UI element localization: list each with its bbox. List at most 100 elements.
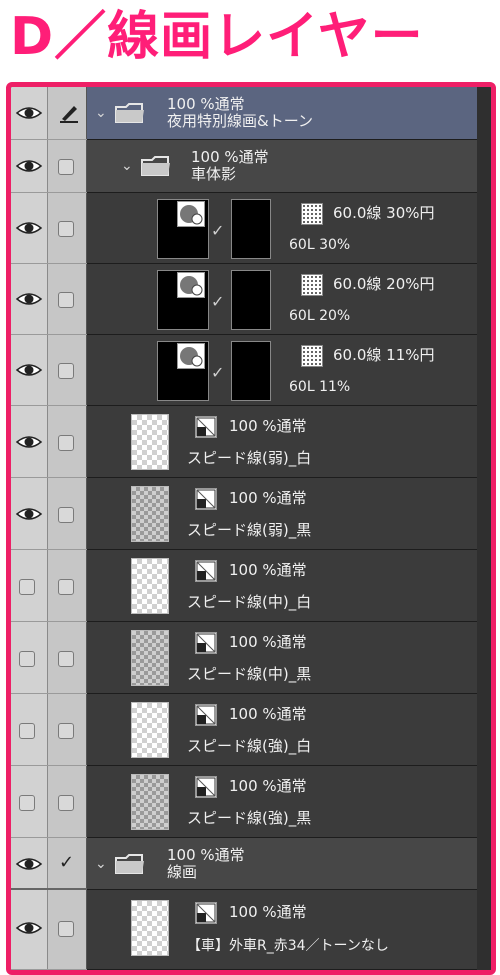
layer-row-speed-strong-black[interactable]: 100 %通常 スピード線(強)_黒 <box>11 766 491 838</box>
chevron-down-icon[interactable]: ⌄ <box>121 158 133 174</box>
visibility-checkbox[interactable] <box>19 651 35 667</box>
layer-row-tone-20[interactable]: ✓ 60.0線 20%円 60L 20% <box>11 264 491 335</box>
folder-blend-mode: 100 %通常 <box>167 95 245 113</box>
folder-name[interactable]: 車体影 <box>191 166 236 183</box>
raster-layer-icon <box>195 704 217 726</box>
edit-lock-checkbox[interactable] <box>58 921 74 937</box>
edit-lock-checkbox[interactable] <box>58 795 74 811</box>
layer-name[interactable]: スピード線(中)_白 <box>187 594 311 611</box>
layer-thumbnail <box>131 558 169 614</box>
chevron-down-icon[interactable]: ⌄ <box>95 856 107 872</box>
layer-name[interactable]: スピード線(弱)_白 <box>187 450 311 467</box>
edit-lock-checkbox[interactable] <box>58 363 74 379</box>
mask-thumbnail[interactable] <box>231 341 271 401</box>
layer-thumbnail <box>131 486 169 542</box>
eye-icon[interactable] <box>15 856 43 872</box>
raster-layer-icon <box>195 416 217 438</box>
folder-blend-mode: 100 %通常 <box>167 846 245 864</box>
layer-row-speed-weak-white[interactable]: 100 %通常 スピード線(弱)_白 <box>11 406 491 478</box>
scrollbar[interactable] <box>477 87 491 970</box>
edit-lock-checkbox[interactable] <box>58 221 74 237</box>
eye-icon[interactable] <box>15 220 43 236</box>
edit-check-icon[interactable]: ✓ <box>59 852 74 873</box>
eye-icon[interactable] <box>15 158 43 174</box>
eye-icon[interactable] <box>15 434 43 450</box>
layer-blend-mode: 100 %通常 <box>229 633 307 651</box>
edit-lock-checkbox[interactable] <box>58 651 74 667</box>
layer-name[interactable]: スピード線(中)_黒 <box>187 666 311 683</box>
mask-icon <box>177 201 205 227</box>
layer-row-speed-weak-black[interactable]: 100 %通常 スピード線(弱)_黒 <box>11 478 491 550</box>
layer-thumbnail <box>131 702 169 758</box>
folder-name[interactable]: 夜用特別線画&トーン <box>167 113 313 130</box>
layer-row-tone-30[interactable]: ✓ 60.0線 30%円 60L 30% <box>11 193 491 264</box>
layer-row-speed-strong-white[interactable]: 100 %通常 スピード線(強)_白 <box>11 694 491 766</box>
layer-thumbnail <box>131 630 169 686</box>
layer-name[interactable]: 60L 11% <box>289 379 350 396</box>
layer-blend-mode: 100 %通常 <box>229 417 307 435</box>
layer-name[interactable]: スピード線(強)_黒 <box>187 810 311 827</box>
edit-lock-checkbox[interactable] <box>58 159 74 175</box>
tone-icon <box>301 274 323 296</box>
layer-name[interactable]: 60L 20% <box>289 308 350 325</box>
layer-blend-mode: 100 %通常 <box>229 705 307 723</box>
layer-row-car-lineart[interactable]: 100 %通常 【車】外車R_赤34／トーンなし <box>11 890 491 970</box>
folder-icon <box>141 156 171 180</box>
layer-name[interactable]: 60L 30% <box>289 237 350 254</box>
page-title: D／線画レイヤー <box>10 7 424 67</box>
tone-settings: 60.0線 30%円 <box>333 204 435 222</box>
tone-icon <box>301 203 323 225</box>
layer-blend-mode: 100 %通常 <box>229 903 307 921</box>
edit-lock-checkbox[interactable] <box>58 579 74 595</box>
raster-layer-icon <box>195 560 217 582</box>
layer-name[interactable]: スピード線(強)_白 <box>187 738 311 755</box>
raster-layer-icon <box>195 488 217 510</box>
layer-thumbnail <box>131 774 169 830</box>
visibility-checkbox[interactable] <box>19 723 35 739</box>
layer-row-folder-body-shadow[interactable]: ⌄ 100 %通常 車体影 <box>11 140 491 193</box>
eye-icon[interactable] <box>15 506 43 522</box>
pen-icon[interactable] <box>58 103 80 127</box>
layer-name[interactable]: 【車】外車R_赤34／トーンなし <box>187 938 389 955</box>
layer-row-folder-night-lineart[interactable]: ⌄ 100 %通常 夜用特別線画&トーン <box>11 87 491 140</box>
chevron-down-icon[interactable]: ⌄ <box>95 105 107 121</box>
raster-layer-icon <box>195 776 217 798</box>
eye-icon[interactable] <box>15 362 43 378</box>
folder-icon <box>115 854 145 878</box>
visibility-checkbox[interactable] <box>19 795 35 811</box>
link-check-icon: ✓ <box>211 292 225 311</box>
tone-icon <box>301 345 323 367</box>
layer-blend-mode: 100 %通常 <box>229 777 307 795</box>
raster-layer-icon <box>195 902 217 924</box>
mask-thumbnail[interactable] <box>231 199 271 259</box>
edit-lock-checkbox[interactable] <box>58 435 74 451</box>
edit-lock-checkbox[interactable] <box>58 507 74 523</box>
layer-row-folder-lineart[interactable]: ✓ ⌄ 100 %通常 線画 <box>11 838 491 890</box>
layer-panel-frame: ⌄ 100 %通常 夜用特別線画&トーン ⌄ 100 %通常 車体影 ✓ 60.… <box>6 82 496 975</box>
eye-icon[interactable] <box>15 105 43 121</box>
layer-thumbnail <box>131 414 169 470</box>
eye-icon[interactable] <box>15 920 43 936</box>
layer-row-speed-mid-white[interactable]: 100 %通常 スピード線(中)_白 <box>11 550 491 622</box>
layer-blend-mode: 100 %通常 <box>229 489 307 507</box>
tone-settings: 60.0線 11%円 <box>333 346 435 364</box>
layer-panel: ⌄ 100 %通常 夜用特別線画&トーン ⌄ 100 %通常 車体影 ✓ 60.… <box>11 87 491 970</box>
folder-name[interactable]: 線画 <box>167 864 197 881</box>
edit-lock-checkbox[interactable] <box>58 723 74 739</box>
mask-thumbnail[interactable] <box>231 270 271 330</box>
layer-row-speed-mid-black[interactable]: 100 %通常 スピード線(中)_黒 <box>11 622 491 694</box>
layer-row-tone-11[interactable]: ✓ 60.0線 11%円 60L 11% <box>11 335 491 406</box>
tone-settings: 60.0線 20%円 <box>333 275 435 293</box>
folder-blend-mode: 100 %通常 <box>191 148 269 166</box>
layer-thumbnail <box>131 900 169 956</box>
layer-name[interactable]: スピード線(弱)_黒 <box>187 522 311 539</box>
layer-blend-mode: 100 %通常 <box>229 561 307 579</box>
mask-icon <box>177 272 205 298</box>
edit-lock-checkbox[interactable] <box>58 292 74 308</box>
eye-icon[interactable] <box>15 291 43 307</box>
visibility-checkbox[interactable] <box>19 579 35 595</box>
folder-icon <box>115 103 145 127</box>
link-check-icon: ✓ <box>211 221 225 240</box>
raster-layer-icon <box>195 632 217 654</box>
mask-icon <box>177 343 205 369</box>
